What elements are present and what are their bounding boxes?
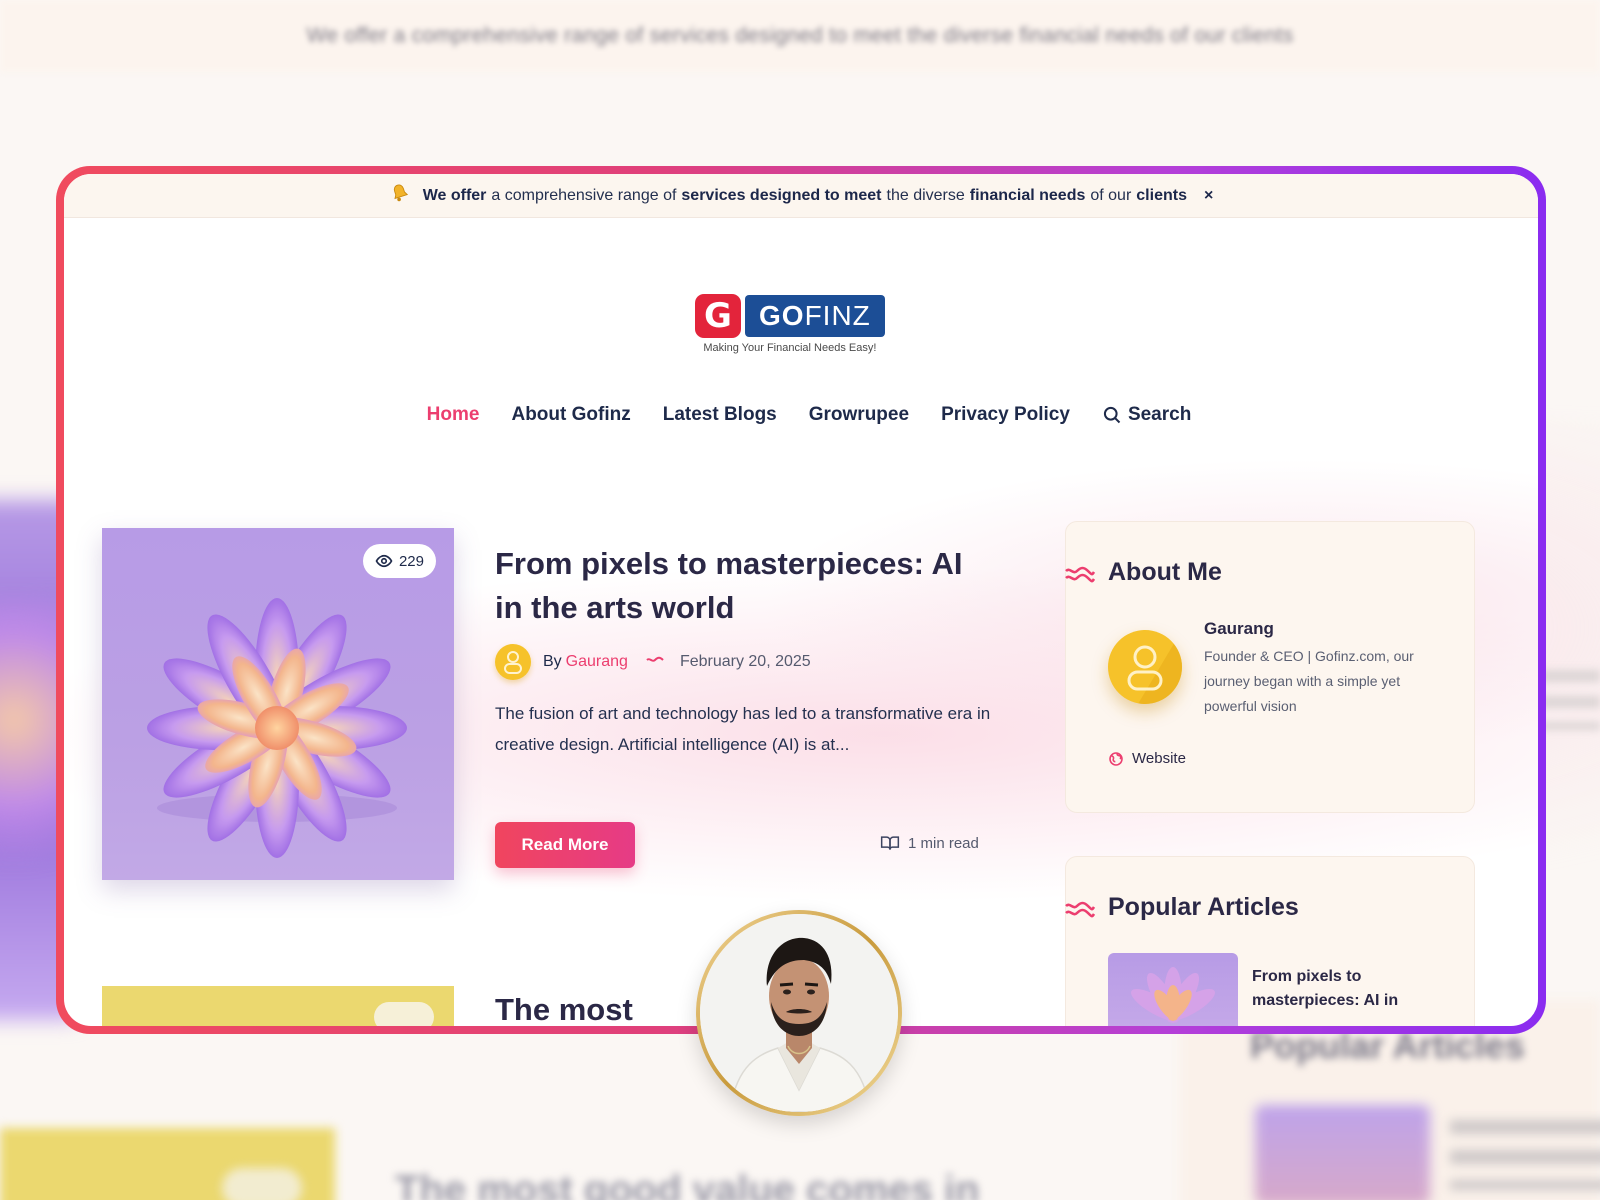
announce-segment: financial needs xyxy=(969,186,1086,204)
nav-item-home[interactable]: Home xyxy=(427,404,480,426)
logo-row: G GO FINZ xyxy=(695,294,885,338)
author-avatar xyxy=(495,644,531,680)
eye-icon xyxy=(375,554,393,568)
book-icon xyxy=(880,836,900,850)
wave-accent-icon xyxy=(1065,566,1095,583)
globe-icon xyxy=(1109,751,1123,766)
post-meta: By Gaurang February 20, 2025 xyxy=(495,644,811,680)
nav-item-privacy-policy[interactable]: Privacy Policy xyxy=(941,404,1070,426)
post-date: February 20, 2025 xyxy=(679,653,811,670)
by-label: By xyxy=(543,653,562,670)
squiggle-divider-icon xyxy=(646,653,664,671)
nav-item-latest-blogs[interactable]: Latest Blogs xyxy=(663,404,777,426)
announce-segment: a comprehensive range of xyxy=(491,186,677,204)
search-label: Search xyxy=(1127,404,1192,425)
logo-mark: G xyxy=(695,294,741,338)
close-announcement-button[interactable]: × xyxy=(1204,187,1213,205)
gradient-frame: We offer a comprehensive range of servic… xyxy=(56,166,1546,1034)
main-nav: Home About Gofinz Latest Blogs Growrupee… xyxy=(64,404,1538,426)
popular-heading: Popular Articles xyxy=(1108,893,1299,921)
nav-search-button[interactable]: Search xyxy=(1102,404,1191,426)
announce-segment: clients xyxy=(1136,186,1187,204)
announce-segment: of our xyxy=(1090,186,1132,204)
background-ghost-text xyxy=(1540,670,1600,730)
next-views-badge xyxy=(374,1002,434,1026)
background-popular-text xyxy=(1450,1120,1600,1190)
about-name: Gaurang xyxy=(1204,619,1274,638)
portrait-photo xyxy=(700,914,898,1112)
about-bio: Founder & CEO | Gofinz.com, our journey … xyxy=(1204,648,1414,714)
website-viewport: We offer a comprehensive range of servic… xyxy=(64,174,1538,1026)
user-icon xyxy=(1127,630,1182,704)
logo-word-light: FINZ xyxy=(804,300,871,331)
announce-segment: the diverse xyxy=(886,186,965,204)
site-logo[interactable]: G GO FINZ Making Your Financial Needs Eas… xyxy=(695,294,885,354)
about-heading: About Me xyxy=(1108,558,1222,586)
logo-word-bold: GO xyxy=(759,300,805,331)
nav-item-about-gofinz[interactable]: About Gofinz xyxy=(511,404,630,426)
background-next-title: The most good value comes in xyxy=(395,1168,980,1200)
views-badge: 229 xyxy=(362,544,436,578)
read-time-label: 1 min read xyxy=(908,834,979,852)
flower-thumbnail-image xyxy=(1131,967,1215,1023)
announce-segment: services designed to meet xyxy=(681,186,882,204)
read-more-button[interactable]: Read More xyxy=(495,822,635,868)
about-avatar xyxy=(1108,630,1182,704)
logo-wordmark: GO FINZ xyxy=(745,295,885,337)
background-announce-text: We offer a comprehensive range of servic… xyxy=(306,24,1294,47)
website-link[interactable]: Website xyxy=(1108,750,1186,767)
profile-portrait xyxy=(696,910,902,1116)
wave-accent-icon xyxy=(1065,901,1095,918)
post-excerpt: The fusion of art and technology has led… xyxy=(495,704,991,754)
person-photo xyxy=(700,914,898,1112)
background-views-pill xyxy=(222,1168,302,1200)
post-title[interactable]: From pixels to masterpieces: AI in the a… xyxy=(495,542,995,630)
logo-tagline: Making Your Financial Needs Easy! xyxy=(703,342,877,354)
views-count: 229 xyxy=(398,552,424,570)
user-icon xyxy=(504,651,522,674)
background-popular-thumb xyxy=(1255,1105,1430,1200)
about-me-widget: About Me Gaurang Founder & CEO | Gofinz.… xyxy=(1065,521,1475,813)
popular-article-thumbnail[interactable] xyxy=(1108,953,1238,1026)
website-label: Website xyxy=(1132,750,1186,767)
post-thumbnail[interactable]: 229 xyxy=(102,528,454,880)
author-link[interactable]: Gaurang xyxy=(566,653,628,671)
read-time: 1 min read xyxy=(880,834,979,852)
search-icon xyxy=(1103,406,1121,424)
flower-illustration xyxy=(147,598,407,858)
nav-item-growrupee[interactable]: Growrupee xyxy=(809,404,909,426)
announcement-bar: We offer a comprehensive range of servic… xyxy=(64,174,1538,218)
bell-icon xyxy=(389,182,411,210)
popular-article-title[interactable]: From pixels to masterpieces: AI in xyxy=(1252,965,1452,1013)
background-announce-bar: We offer a comprehensive range of servic… xyxy=(0,0,1600,72)
popular-articles-widget: Popular Articles From pixels to masterpi… xyxy=(1065,856,1475,1026)
announce-segment: We offer xyxy=(422,186,487,204)
